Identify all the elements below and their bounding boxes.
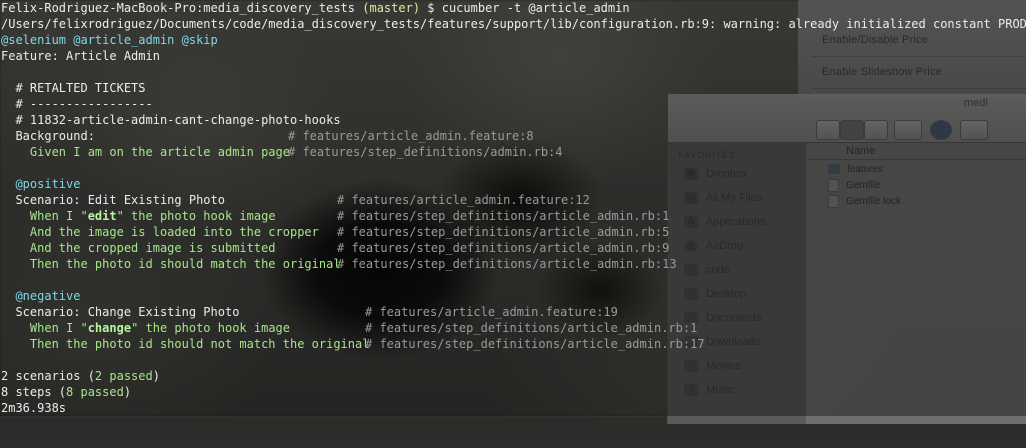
step-line: When I "edit" the photo hook image # feat… (1, 209, 670, 223)
background-step: Given I am on the article admin page # fe… (1, 144, 563, 160)
step-line: Then the photo id should match the origi… (1, 257, 677, 271)
prompt-branch: (master) (362, 1, 421, 15)
step-ref: # features/step_definitions/admin.rb:4 (288, 145, 563, 159)
background-label: Background: (1, 129, 95, 143)
scenario-title-line: Scenario: Change Existing Photo # feature… (1, 304, 617, 320)
prompt-line: Felix-Rodriguez-MacBook-Pro:media_discov… (1, 0, 630, 16)
step-line: Then the photo id should not match the o… (1, 337, 705, 351)
comment-line: # RETALTED TICKETS (1, 81, 146, 95)
step-line: When I "change" the photo hook image # fe… (1, 321, 698, 335)
passed-count: 2 passed (94, 369, 153, 383)
scenario-tag: @positive (1, 177, 81, 191)
step-text: Given I am on the article admin page (1, 145, 290, 159)
terminal-output[interactable]: Felix-Rodriguez-MacBook-Pro:media_discov… (0, 0, 1026, 416)
prompt-host: Felix-Rodriguez-MacBook-Pro:media_discov… (1, 1, 356, 15)
feature-title: Feature: Article Admin (1, 49, 160, 63)
scenario-title-line: Scenario: Edit Existing Photo # features/… (1, 192, 589, 208)
scenario-ref: # features/article_admin.feature:12 (337, 193, 590, 207)
comment-line: # ----------------- (1, 97, 153, 111)
step-ref: # features/step_definitions/article_admi… (337, 225, 670, 239)
duration: 2m36.938s (1, 401, 67, 415)
step-ref: # features/step_definitions/article_admi… (365, 321, 698, 335)
passed-count: 8 passed (66, 385, 124, 399)
comment-line: # 11832-article-admin-cant-change-photo-… (1, 113, 341, 127)
step-argument: edit (87, 209, 117, 223)
feature-tags: @selenium @article_admin @skip (1, 33, 218, 47)
step-ref: # features/step_definitions/article_admi… (337, 241, 670, 255)
scenario-ref: # features/article_admin.feature:19 (365, 305, 618, 319)
summary-scenarios: 2 scenarios (2 passed) (1, 369, 160, 383)
scenario-title: Scenario: Edit Existing Photo (1, 193, 225, 207)
summary-steps: 8 steps (8 passed) (1, 385, 132, 399)
step-argument: change (87, 321, 132, 335)
scenario-tag: @negative (1, 289, 81, 303)
step-line: And the image is loaded into the cropper… (1, 225, 670, 239)
background-line: Background: # features/article_admin.feat… (1, 128, 533, 144)
step-ref: # features/step_definitions/article_admi… (365, 337, 705, 351)
scenario-title: Scenario: Change Existing Photo (1, 305, 240, 319)
step-ref: # features/step_definitions/article_admi… (337, 257, 677, 271)
step-ref: # features/step_definitions/article_admi… (337, 209, 670, 223)
warning-line: /Users/felixrodriguez/Documents/code/med… (1, 17, 1026, 31)
background-ref: # features/article_admin.feature:8 (288, 129, 534, 143)
prompt-command: $ cucumber -t @article_admin (427, 1, 630, 15)
step-line: And the cropped image is submitted # feat… (1, 241, 670, 255)
